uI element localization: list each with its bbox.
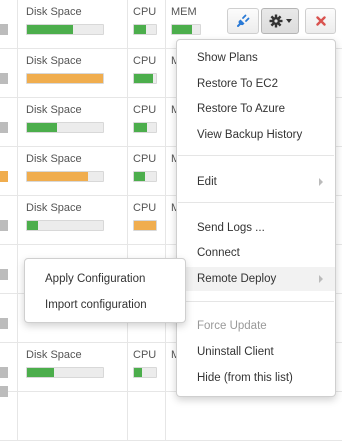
gear-icon: [269, 14, 282, 28]
remove-button[interactable]: [305, 8, 336, 34]
mem-usage-bar: [171, 24, 201, 35]
disk-space-label: Disk Space: [26, 6, 82, 18]
column-divider: [165, 98, 166, 146]
chevron-right-icon: [319, 178, 323, 186]
cpu-usage-bar: [133, 122, 157, 133]
row-status-stub: [0, 318, 8, 329]
column-divider: [17, 343, 18, 391]
menu-item-remote-deploy[interactable]: Remote Deploy: [177, 267, 335, 291]
submenu-item-apply-configuration[interactable]: Apply Configuration: [25, 267, 185, 291]
column-divider: [17, 147, 18, 195]
row-status-stub: [0, 386, 8, 397]
menu-item-uninstall-client[interactable]: Uninstall Client: [177, 340, 335, 364]
menu-item-restore-azure[interactable]: Restore To Azure: [177, 97, 335, 121]
row-status-stub: [0, 73, 8, 84]
column-divider: [17, 392, 18, 440]
row-status-stub: [0, 171, 8, 182]
menu-item-hide[interactable]: Hide (from this list): [177, 366, 335, 390]
cpu-label: CPU: [133, 202, 157, 214]
caret-down-icon: [285, 19, 292, 23]
plug-icon: [237, 14, 250, 27]
cpu-usage-bar: [133, 220, 157, 231]
column-divider: [127, 147, 128, 195]
column-divider: [165, 0, 166, 48]
column-divider: [165, 49, 166, 97]
cpu-label: CPU: [133, 55, 157, 67]
disk-usage-bar-fill: [27, 172, 88, 181]
disk-usage-bar: [26, 122, 104, 133]
disk-space-label: Disk Space: [26, 55, 82, 67]
column-divider: [127, 49, 128, 97]
cpu-usage-bar-fill: [134, 221, 156, 230]
cpu-usage-bar: [133, 367, 157, 378]
column-divider: [127, 98, 128, 146]
disk-space-label: Disk Space: [26, 153, 82, 165]
column-divider: [165, 147, 166, 195]
cpu-label: CPU: [133, 104, 157, 116]
cpu-label: CPU: [133, 6, 157, 18]
menu-item-connect[interactable]: Connect: [177, 241, 335, 265]
column-divider: [127, 392, 128, 440]
menu-divider: [178, 155, 334, 156]
disk-usage-bar-fill: [27, 25, 73, 34]
disk-usage-bar: [26, 367, 104, 378]
column-divider: [127, 0, 128, 48]
disk-usage-bar: [26, 24, 104, 35]
row-status-stub: [0, 24, 8, 35]
cpu-label: CPU: [133, 349, 157, 361]
menu-item-edit[interactable]: Edit: [177, 170, 335, 194]
settings-menu: Show Plans Restore To EC2 Restore To Azu…: [176, 39, 336, 397]
column-divider: [165, 343, 166, 391]
menu-item-force-update: Force Update: [197, 320, 267, 332]
connect-button[interactable]: [227, 8, 259, 34]
remote-deploy-submenu: Apply Configuration Import configuration: [24, 258, 186, 323]
disk-usage-bar-fill: [27, 368, 54, 377]
disk-usage-bar-fill: [27, 123, 58, 132]
cpu-usage-bar-fill: [134, 25, 147, 34]
table-row[interactable]: [0, 386, 342, 441]
column-divider: [127, 196, 128, 244]
cpu-usage-bar-fill: [134, 172, 145, 181]
column-divider: [17, 294, 18, 342]
column-divider: [17, 98, 18, 146]
column-divider: [17, 0, 18, 48]
cpu-usage-bar-fill: [134, 123, 148, 132]
mem-usage-bar-fill: [172, 25, 192, 34]
cpu-usage-bar-fill: [134, 368, 142, 377]
disk-usage-bar: [26, 73, 104, 84]
menu-item-restore-ec2[interactable]: Restore To EC2: [177, 72, 335, 96]
cpu-label: CPU: [133, 153, 157, 165]
column-divider: [165, 196, 166, 244]
row-status-stub: [0, 122, 8, 133]
column-divider: [17, 245, 18, 293]
column-divider: [127, 343, 128, 391]
disk-space-label: Disk Space: [26, 349, 82, 361]
disk-space-label: Disk Space: [26, 104, 82, 116]
column-divider: [17, 49, 18, 97]
disk-usage-bar: [26, 220, 104, 231]
menu-item-view-backup-history[interactable]: View Backup History: [177, 123, 335, 147]
settings-dropdown-button[interactable]: [261, 8, 299, 34]
row-status-stub: [0, 220, 8, 231]
menu-divider: [178, 301, 334, 302]
submenu-item-import-configuration[interactable]: Import configuration: [25, 293, 185, 317]
cpu-usage-bar: [133, 171, 157, 182]
column-divider: [17, 196, 18, 244]
row-status-stub: [0, 269, 8, 280]
disk-space-label: Disk Space: [26, 202, 82, 214]
menu-divider: [178, 202, 334, 203]
cpu-usage-bar: [133, 73, 157, 84]
disk-usage-bar: [26, 171, 104, 182]
close-icon: [315, 16, 326, 26]
cpu-usage-bar-fill: [134, 74, 153, 83]
menu-item-send-logs[interactable]: Send Logs ...: [177, 216, 335, 240]
row-status-stub: [0, 367, 8, 378]
chevron-right-icon: [319, 275, 323, 283]
disk-usage-bar-fill: [27, 74, 103, 83]
mem-label: MEM: [171, 6, 197, 18]
disk-usage-bar-fill: [27, 221, 39, 230]
menu-item-show-plans[interactable]: Show Plans: [177, 46, 335, 70]
cpu-usage-bar: [133, 24, 157, 35]
column-divider: [165, 392, 166, 440]
